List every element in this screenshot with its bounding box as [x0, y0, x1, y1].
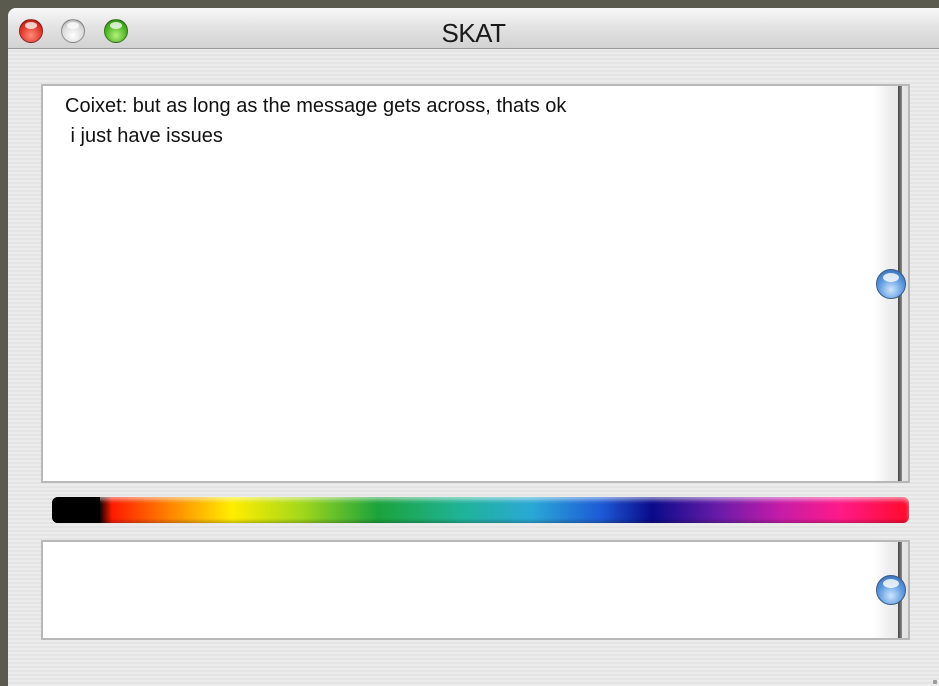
color-picker-bar[interactable] — [52, 497, 909, 523]
chat-text: Coixet: but as long as the message gets … — [65, 91, 845, 151]
message-input[interactable] — [41, 540, 910, 640]
scroll-thumb-icon[interactable] — [876, 269, 906, 299]
chat-scrollbar[interactable] — [874, 86, 908, 481]
window-title: SKAT — [441, 18, 506, 48]
chat-line: i just have issues — [65, 125, 223, 147]
selected-color-swatch — [52, 497, 100, 523]
title-bar[interactable]: SKAT — [8, 8, 939, 49]
resize-handle[interactable] — [933, 680, 937, 684]
input-scrollbar[interactable] — [874, 542, 908, 638]
chat-log[interactable]: Coixet: but as long as the message gets … — [41, 84, 910, 483]
scroll-thumb-icon[interactable] — [876, 575, 906, 605]
chat-line: Coixet: but as long as the message gets … — [65, 95, 567, 117]
skat-window: SKAT Coixet: but as long as the message … — [8, 8, 939, 686]
